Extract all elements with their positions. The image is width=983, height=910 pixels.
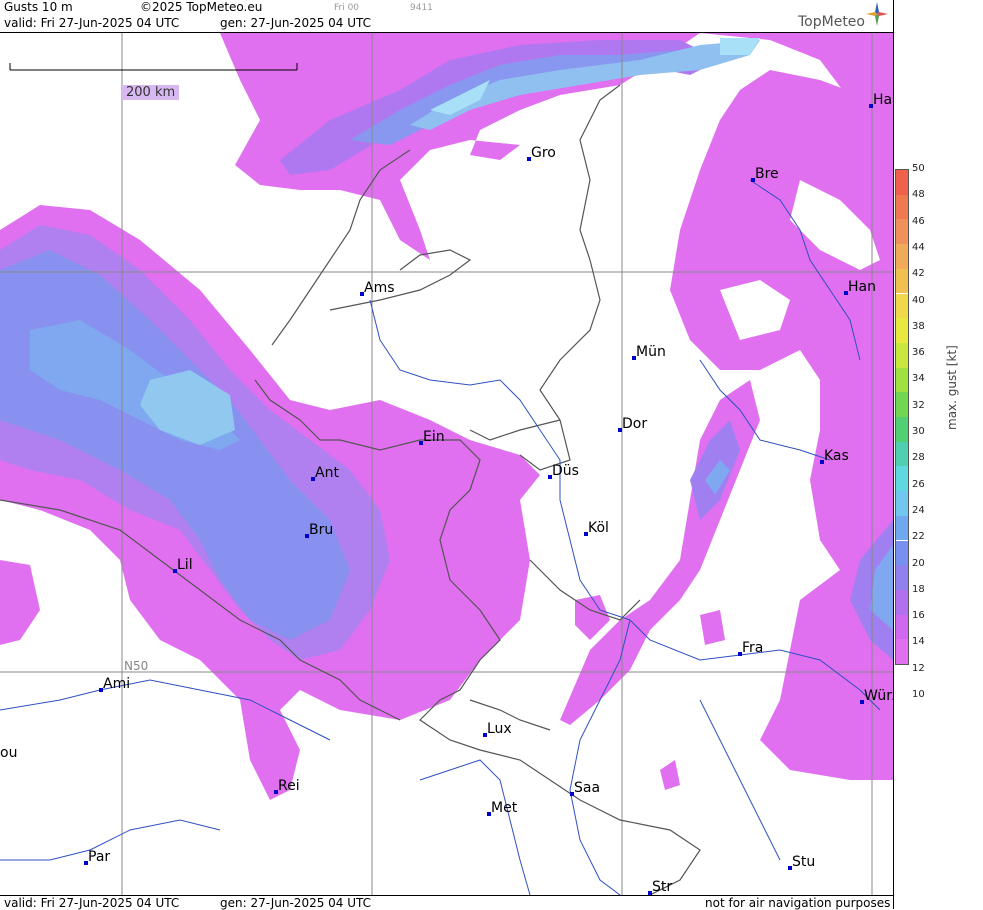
legend-tick-label: 40 xyxy=(912,294,925,306)
gust-map: N50 Gro Ams Ein Ant Bru Lil Ami Rei Par … xyxy=(0,33,893,895)
city-label-ami: Ami xyxy=(103,676,130,692)
legend-tick-label: 22 xyxy=(912,531,925,543)
footer-note: not for air navigation purposes xyxy=(705,896,891,910)
legend-swatch xyxy=(896,466,908,492)
legend-swatch xyxy=(896,417,908,442)
legend-tick-label: 20 xyxy=(912,557,925,569)
city-label-kas: Kas xyxy=(824,448,849,464)
city-label-gro: Gro xyxy=(531,145,556,161)
legend-tick-label: 16 xyxy=(912,610,925,622)
chart-title: Gusts 10 m xyxy=(4,0,73,14)
fri-label: Fri 00 xyxy=(334,3,360,13)
legend-tick-label: 18 xyxy=(912,583,925,595)
copyright: ©2025 TopMeteo.eu xyxy=(140,0,263,14)
header-bar: Gusts 10 m ©2025 TopMeteo.eu Fri 00 9411… xyxy=(0,0,893,33)
legend-swatch xyxy=(896,318,908,343)
city-label-bre: Bre xyxy=(755,166,779,182)
legend-swatch xyxy=(896,219,908,245)
grid-label-n50: N50 xyxy=(124,659,148,673)
city-label-ant: Ant xyxy=(315,465,339,481)
legend-swatch xyxy=(896,565,908,590)
legend-tick-label: 42 xyxy=(912,268,925,280)
footer-valid: valid: Fri 27-Jun-2025 04 UTC xyxy=(4,896,180,910)
legend-swatch xyxy=(896,293,908,319)
footer-gen: gen: 27-Jun-2025 04 UTC xyxy=(220,896,372,910)
city-label-kol: Köl xyxy=(588,520,609,536)
legend-tick-label: 36 xyxy=(912,347,925,359)
legend-swatch xyxy=(896,244,908,269)
legend-tick-label: 32 xyxy=(912,399,925,411)
legend-tick-label: 12 xyxy=(912,662,925,674)
city-label-bru: Bru xyxy=(309,522,333,538)
legend-tick-label: 14 xyxy=(912,636,925,648)
footer-bar: valid: Fri 27-Jun-2025 04 UTC gen: 27-Ju… xyxy=(0,895,893,910)
city-label-par: Par xyxy=(88,849,110,865)
city-label-lil: Lil xyxy=(177,557,193,573)
legend-tick-label: 38 xyxy=(912,320,925,332)
legend-swatch xyxy=(896,170,908,195)
legend-swatch xyxy=(896,589,908,615)
legend-swatch xyxy=(896,342,908,368)
legend-swatch xyxy=(896,491,908,516)
legend-tick-label: 46 xyxy=(912,215,925,227)
legend-tick-label: 24 xyxy=(912,504,925,516)
code-label: 9411 xyxy=(410,3,433,13)
city-label-str: Str xyxy=(652,879,672,895)
city-label-dus: Düs xyxy=(552,463,579,479)
legend-title: max. gust [kt] xyxy=(945,345,959,430)
city-label-han: Han xyxy=(848,279,876,295)
legend-colorbar xyxy=(895,169,909,665)
legend-tick-label: 50 xyxy=(912,163,925,174)
scale-bar-label: 200 km xyxy=(122,85,180,100)
legend-panel: 50 48 46 44 42 40 38 36 34 32 30 28 26 24 22 20 18 16 14 12… xyxy=(893,0,983,909)
gen-time: gen: 27-Jun-2025 04 UTC xyxy=(220,16,372,30)
city-label-ha: Ha xyxy=(873,92,892,108)
city-label-lux: Lux xyxy=(487,721,512,737)
legend-swatch xyxy=(896,614,908,640)
city-label-ein: Ein xyxy=(423,429,445,445)
legend-swatch xyxy=(896,441,908,467)
compass-logo-icon xyxy=(866,2,888,26)
legend-tick-label: 30 xyxy=(912,426,925,437)
logo-text: TopMeteo xyxy=(798,14,865,30)
legend-tick-label: 26 xyxy=(912,478,925,490)
legend-swatch xyxy=(896,639,908,664)
legend-swatch xyxy=(896,367,908,393)
legend-swatch xyxy=(896,194,908,220)
legend-swatch xyxy=(896,540,908,566)
city-label-mun: Mün xyxy=(636,344,666,360)
map-area[interactable]: N50 Gro Ams Ein Ant Bru Lil Ami Rei Par … xyxy=(0,33,893,895)
legend-tick-label: 10 xyxy=(912,689,925,700)
legend-tick-label: 34 xyxy=(912,373,925,385)
legend-swatch xyxy=(896,515,908,541)
city-label-ou: ou xyxy=(0,745,17,761)
legend-tick-label: 44 xyxy=(912,241,925,253)
legend-swatch xyxy=(896,268,908,294)
city-label-ams: Ams xyxy=(364,280,395,296)
city-label-wurz: Würz xyxy=(864,688,893,704)
city-label-fra: Fra xyxy=(742,640,763,656)
city-label-saa: Saa xyxy=(574,780,600,796)
city-label-stu: Stu xyxy=(792,854,815,870)
valid-time: valid: Fri 27-Jun-2025 04 UTC xyxy=(4,16,180,30)
legend-tick-label: 48 xyxy=(912,189,925,201)
city-label-met: Met xyxy=(491,800,518,816)
city-label-dor: Dor xyxy=(622,416,647,432)
city-label-rei: Rei xyxy=(278,778,300,794)
legend-tick-label: 28 xyxy=(912,452,925,464)
legend-swatch xyxy=(896,392,908,417)
